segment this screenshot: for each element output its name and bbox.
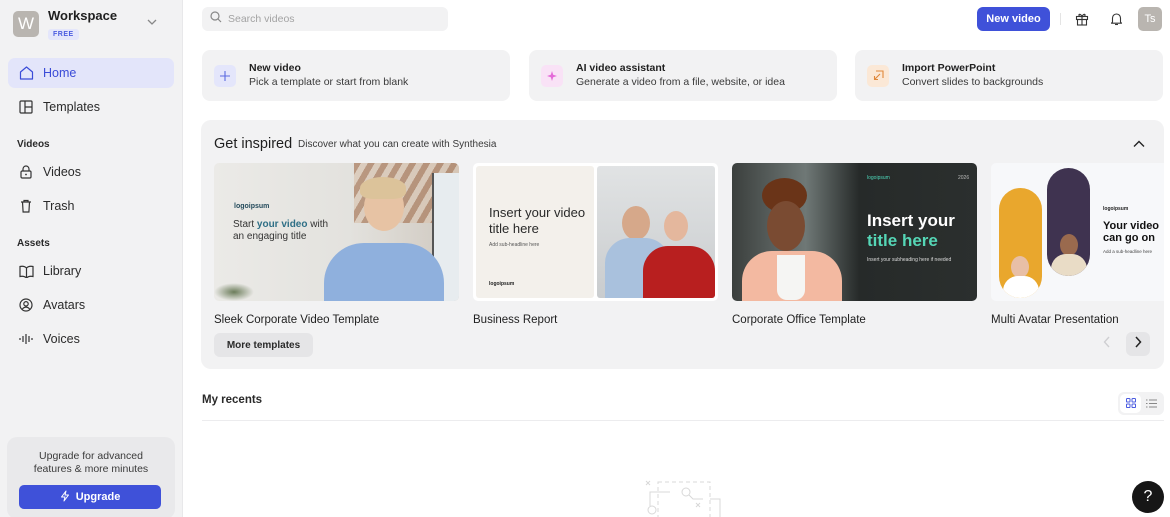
chevron-up-icon[interactable]: [1132, 137, 1146, 151]
empty-state-illustration: [640, 478, 740, 517]
chevron-left-icon: [1103, 335, 1111, 353]
sparkle-icon: [541, 64, 563, 87]
sidebar-item-label: Trash: [43, 199, 75, 213]
sidebar-item-library[interactable]: Library: [8, 256, 174, 286]
sidebar-item-label: Home: [43, 66, 77, 80]
template-card[interactable]: logoipsum Start your video with an engag…: [214, 163, 459, 326]
plus-icon: [214, 64, 236, 87]
upgrade-button[interactable]: Upgrade: [19, 485, 161, 509]
workspace-name: Workspace: [48, 8, 118, 23]
user-avatar[interactable]: Ts: [1138, 7, 1162, 31]
upgrade-text: Upgrade for advanced features & more min…: [33, 450, 149, 475]
plan-badge: FREE: [48, 29, 79, 40]
ai-video-assistant-card[interactable]: AI video assistant Generate a video from…: [529, 50, 837, 101]
section-title-assets: Assets: [17, 238, 50, 249]
app-root: W Workspace FREE Home Templates Videos V…: [0, 0, 1170, 517]
chevron-right-icon: [1134, 335, 1142, 353]
recents-title: My recents: [202, 394, 263, 406]
template-name: Business Report: [473, 314, 558, 326]
sidebar-item-trash[interactable]: Trash: [8, 191, 174, 221]
grid-view-button[interactable]: [1120, 394, 1141, 413]
templates-icon: [18, 99, 34, 115]
lock-icon: [18, 164, 34, 180]
divider: [202, 420, 1164, 421]
new-video-button[interactable]: New video: [977, 7, 1050, 31]
chevron-down-icon: [147, 17, 157, 28]
bell-icon[interactable]: [1107, 10, 1125, 28]
sidebar-item-label: Voices: [43, 332, 80, 346]
template-thumbnail: logoipsum Your video can go on Add a sub…: [991, 163, 1164, 301]
upgrade-panel: Upgrade for advanced features & more min…: [7, 437, 175, 517]
help-button[interactable]: ?: [1132, 481, 1164, 513]
new-video-card[interactable]: New video Pick a template or start from …: [202, 50, 510, 101]
sidebar-item-voices[interactable]: Voices: [8, 324, 174, 354]
sidebar-item-label: Videos: [43, 165, 81, 179]
divider: [1060, 13, 1061, 25]
sidebar-item-templates[interactable]: Templates: [8, 92, 174, 122]
search-input[interactable]: [228, 13, 428, 25]
sidebar-item-label: Library: [43, 264, 82, 278]
sidebar-item-avatars[interactable]: Avatars: [8, 290, 174, 320]
template-card[interactable]: Insert your video title here Add sub-hea…: [473, 163, 718, 326]
bolt-icon: [60, 490, 70, 505]
import-icon: [867, 64, 889, 87]
sidebar-item-videos[interactable]: Videos: [8, 157, 174, 187]
search-box[interactable]: [202, 7, 448, 31]
section-subtitle: Discover what you can create with Synthe…: [298, 139, 497, 150]
template-name: Sleek Corporate Video Template: [214, 314, 380, 326]
import-powerpoint-card[interactable]: Import PowerPoint Convert slides to back…: [855, 50, 1163, 101]
workspace-avatar: W: [13, 11, 39, 37]
template-name: Multi Avatar Presentation: [991, 314, 1119, 326]
view-toggle: [1118, 392, 1164, 415]
trash-icon: [18, 198, 34, 214]
template-name: Corporate Office Template: [732, 314, 866, 326]
list-view-button[interactable]: [1141, 394, 1162, 413]
home-icon: [18, 65, 34, 81]
carousel-next-button[interactable]: [1126, 332, 1150, 356]
workspace-switcher[interactable]: W Workspace FREE: [13, 8, 173, 40]
more-templates-button[interactable]: More templates: [214, 333, 313, 357]
book-icon: [18, 263, 34, 279]
sidebar-item-home[interactable]: Home: [8, 58, 174, 88]
template-card[interactable]: logoipsum Your video can go on Add a sub…: [991, 163, 1164, 326]
gift-icon[interactable]: [1073, 10, 1091, 28]
template-thumbnail: Insert your video title here Add sub-hea…: [473, 163, 718, 301]
sidebar-item-label: Avatars: [43, 298, 86, 312]
search-icon: [210, 10, 222, 28]
avatar-icon: [18, 297, 34, 313]
get-inspired-panel: Get inspired Discover what you can creat…: [201, 120, 1164, 369]
waveform-icon: [18, 331, 34, 347]
sidebar-item-label: Templates: [43, 100, 100, 114]
list-icon: [1146, 395, 1157, 413]
sidebar: W Workspace FREE Home Templates Videos V…: [0, 0, 183, 517]
carousel-prev-button[interactable]: [1095, 332, 1119, 356]
template-thumbnail: logoipsum Start your video with an engag…: [214, 163, 459, 301]
template-card[interactable]: logoipsum 2026 Insert your title here In…: [732, 163, 977, 326]
section-title-videos: Videos: [17, 139, 50, 150]
template-thumbnail: logoipsum 2026 Insert your title here In…: [732, 163, 977, 301]
section-title: Get inspired: [214, 136, 293, 152]
grid-icon: [1125, 395, 1136, 413]
